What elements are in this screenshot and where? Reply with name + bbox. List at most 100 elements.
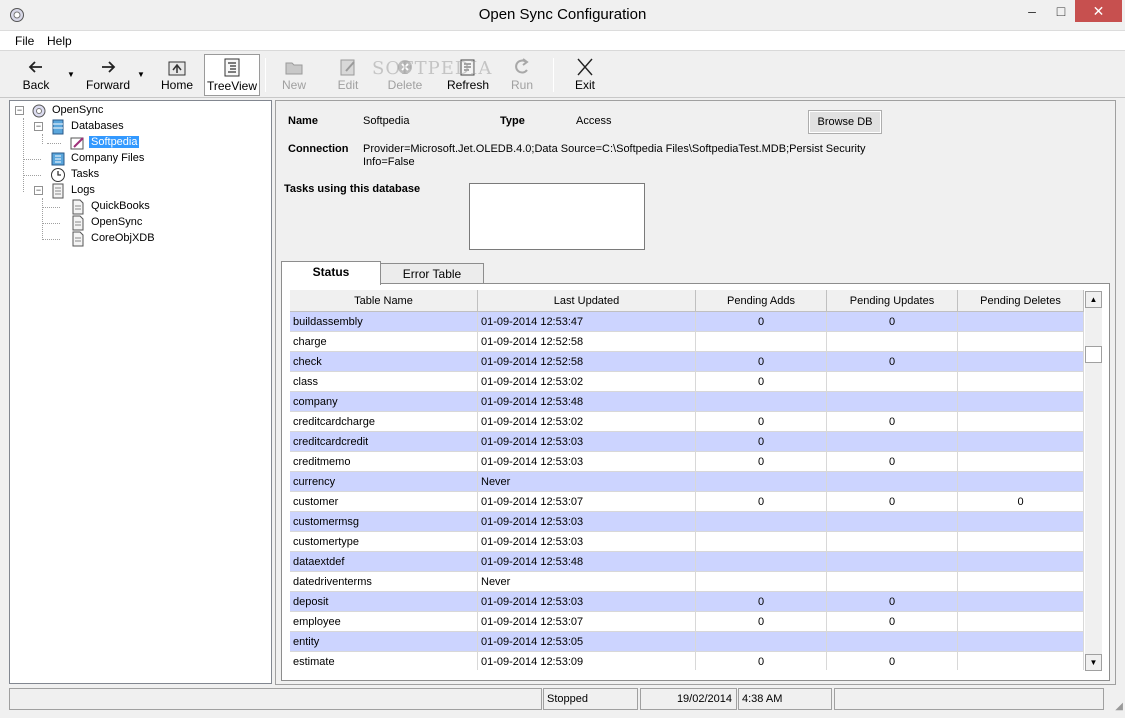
table-cell[interactable] xyxy=(696,632,827,652)
table-cell[interactable]: 01-09-2014 12:53:07 xyxy=(478,612,696,632)
run-button[interactable]: Run xyxy=(505,54,539,96)
table-cell[interactable]: entity xyxy=(290,632,478,652)
table-cell[interactable]: 0 xyxy=(827,412,958,432)
table-cell[interactable] xyxy=(958,572,1084,592)
table-row[interactable]: customermsg 01-09-2014 12:53:03 xyxy=(290,512,1084,532)
table-cell[interactable]: 0 xyxy=(696,492,827,512)
table-cell[interactable]: currency xyxy=(290,472,478,492)
collapse-icon[interactable]: − xyxy=(34,186,43,195)
forward-button[interactable]: Forward xyxy=(82,54,134,96)
tree-view[interactable]: − OpenSync − Databases Softpedia Company… xyxy=(9,100,272,684)
table-cell[interactable]: 01-09-2014 12:53:03 xyxy=(478,532,696,552)
table-cell[interactable]: 01-09-2014 12:53:02 xyxy=(478,412,696,432)
table-cell[interactable]: deposit xyxy=(290,592,478,612)
scroll-thumb[interactable] xyxy=(1085,346,1102,363)
table-cell[interactable] xyxy=(958,612,1084,632)
close-button[interactable]: ✕ xyxy=(1075,0,1122,22)
table-row[interactable]: charge 01-09-2014 12:52:58 xyxy=(290,332,1084,352)
table-cell[interactable]: 01-09-2014 12:52:58 xyxy=(478,332,696,352)
table-cell[interactable]: charge xyxy=(290,332,478,352)
table-cell[interactable]: estimate xyxy=(290,652,478,670)
table-row[interactable]: check 01-09-2014 12:52:58 0 0 xyxy=(290,352,1084,372)
table-cell[interactable]: customertype xyxy=(290,532,478,552)
table-cell[interactable]: 01-09-2014 12:53:07 xyxy=(478,492,696,512)
table-cell[interactable]: 0 xyxy=(827,452,958,472)
back-button[interactable]: Back xyxy=(14,54,58,96)
scroll-down-icon[interactable]: ▼ xyxy=(1085,654,1102,671)
scroll-up-icon[interactable]: ▲ xyxy=(1085,291,1102,308)
table-cell[interactable]: datedriventerms xyxy=(290,572,478,592)
table-cell[interactable]: class xyxy=(290,372,478,392)
table-cell[interactable] xyxy=(827,432,958,452)
table-cell[interactable]: 01-09-2014 12:53:48 xyxy=(478,552,696,572)
table-cell[interactable] xyxy=(696,332,827,352)
treeview-button[interactable]: TreeView xyxy=(204,54,260,96)
tasks-list[interactable] xyxy=(469,183,645,250)
table-row[interactable]: creditcardcharge 01-09-2014 12:53:02 0 0 xyxy=(290,412,1084,432)
table-cell[interactable] xyxy=(958,432,1084,452)
column-header-pending-updates[interactable]: Pending Updates xyxy=(827,290,958,312)
table-cell[interactable]: 01-09-2014 12:53:05 xyxy=(478,632,696,652)
table-cell[interactable]: customer xyxy=(290,492,478,512)
table-cell[interactable] xyxy=(958,332,1084,352)
table-cell[interactable]: 0 xyxy=(696,372,827,392)
table-cell[interactable] xyxy=(696,572,827,592)
table-cell[interactable]: company xyxy=(290,392,478,412)
table-cell[interactable] xyxy=(958,552,1084,572)
table-cell[interactable]: Never xyxy=(478,572,696,592)
table-cell[interactable] xyxy=(827,552,958,572)
table-cell[interactable]: dataextdef xyxy=(290,552,478,572)
table-cell[interactable]: 0 xyxy=(827,312,958,332)
grid-vertical-scrollbar[interactable]: ▲ ▼ xyxy=(1085,291,1102,671)
table-cell[interactable] xyxy=(958,592,1084,612)
table-cell[interactable] xyxy=(827,372,958,392)
table-cell[interactable]: 0 xyxy=(696,432,827,452)
table-cell[interactable]: 0 xyxy=(696,612,827,632)
table-row[interactable]: dataextdef 01-09-2014 12:53:48 xyxy=(290,552,1084,572)
edit-button[interactable]: Edit xyxy=(329,54,367,96)
tab-error-table[interactable]: Error Table xyxy=(380,263,484,285)
table-cell[interactable]: 0 xyxy=(696,592,827,612)
table-cell[interactable]: creditcardcharge xyxy=(290,412,478,432)
table-cell[interactable]: creditmemo xyxy=(290,452,478,472)
table-cell[interactable] xyxy=(958,532,1084,552)
table-cell[interactable] xyxy=(827,572,958,592)
minimize-button[interactable]: ‒ xyxy=(1017,0,1047,22)
collapse-icon[interactable]: − xyxy=(34,122,43,131)
table-cell[interactable]: 0 xyxy=(696,412,827,432)
column-header-last-updated[interactable]: Last Updated xyxy=(478,290,696,312)
table-row[interactable]: customer 01-09-2014 12:53:07 0 0 0 xyxy=(290,492,1084,512)
maximize-button[interactable]: □ xyxy=(1047,0,1075,22)
table-cell[interactable] xyxy=(958,472,1084,492)
table-cell[interactable] xyxy=(958,652,1084,670)
table-row[interactable]: datedriventerms Never xyxy=(290,572,1084,592)
table-row[interactable]: estimate 01-09-2014 12:53:09 0 0 xyxy=(290,652,1084,670)
table-row[interactable]: customertype 01-09-2014 12:53:03 xyxy=(290,532,1084,552)
table-cell[interactable] xyxy=(696,512,827,532)
table-row[interactable]: deposit 01-09-2014 12:53:03 0 0 xyxy=(290,592,1084,612)
resize-grip-icon[interactable]: ◢ xyxy=(1115,701,1123,712)
table-cell[interactable] xyxy=(958,412,1084,432)
table-cell[interactable]: creditcardcredit xyxy=(290,432,478,452)
table-row[interactable]: company 01-09-2014 12:53:48 xyxy=(290,392,1084,412)
table-cell[interactable] xyxy=(696,392,827,412)
table-cell[interactable]: customermsg xyxy=(290,512,478,532)
column-header-pending-deletes[interactable]: Pending Deletes xyxy=(958,290,1084,312)
table-cell[interactable] xyxy=(827,532,958,552)
table-cell[interactable] xyxy=(827,392,958,412)
table-cell[interactable] xyxy=(696,472,827,492)
table-cell[interactable]: employee xyxy=(290,612,478,632)
table-row[interactable]: currency Never xyxy=(290,472,1084,492)
table-cell[interactable]: buildassembly xyxy=(290,312,478,332)
menu-help[interactable]: Help xyxy=(47,34,72,48)
table-cell[interactable] xyxy=(827,512,958,532)
table-cell[interactable]: 01-09-2014 12:53:09 xyxy=(478,652,696,670)
back-dropdown-icon[interactable]: ▼ xyxy=(67,70,75,79)
column-header-table-name[interactable]: Table Name xyxy=(290,290,478,312)
table-cell[interactable]: 0 xyxy=(696,352,827,372)
table-row[interactable]: employee 01-09-2014 12:53:07 0 0 xyxy=(290,612,1084,632)
table-cell[interactable]: 0 xyxy=(696,312,827,332)
table-cell[interactable]: 01-09-2014 12:53:48 xyxy=(478,392,696,412)
table-cell[interactable] xyxy=(958,452,1084,472)
new-button[interactable]: New xyxy=(275,54,313,96)
